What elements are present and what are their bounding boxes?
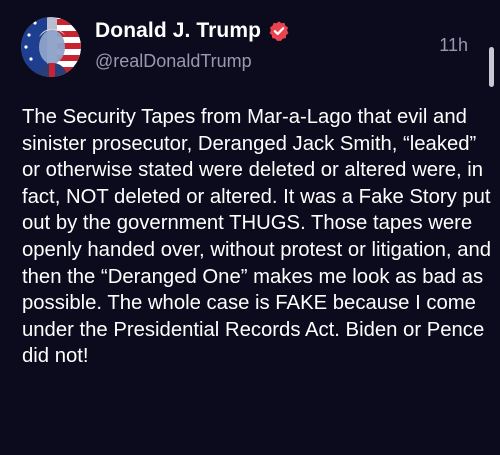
verified-badge-icon [268,20,290,42]
avatar[interactable] [21,17,81,77]
avatar-image [21,17,81,77]
author-display-name[interactable]: Donald J. Trump [95,19,261,43]
author-handle[interactable]: @realDonaldTrump [95,51,252,72]
post-body-text: The Security Tapes from Mar-a-Lago that … [22,106,492,368]
post-timestamp[interactable]: 11h [439,35,468,56]
scrollbar-thumb[interactable] [489,47,494,87]
post-card: Donald J. Trump @realDonaldTrump 11h The… [0,0,500,455]
author-name-row: Donald J. Trump [95,19,290,43]
